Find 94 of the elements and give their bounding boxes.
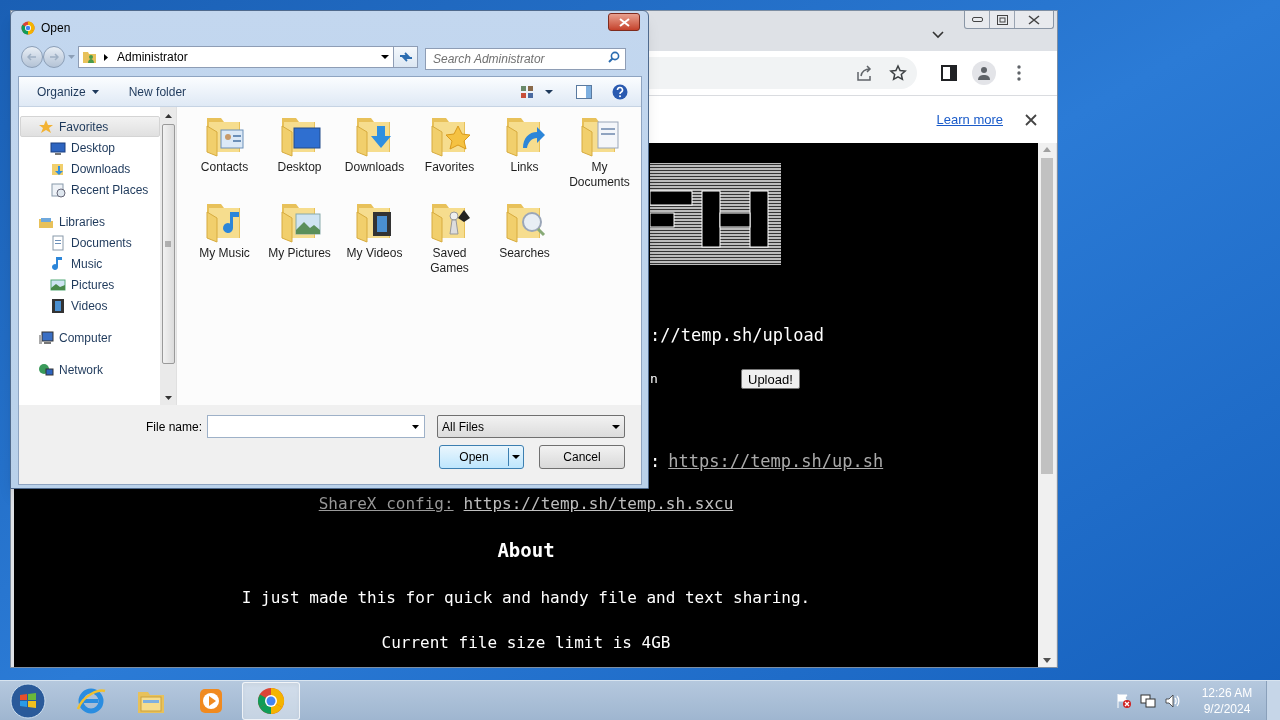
scrollbar-thumb[interactable] bbox=[1041, 158, 1053, 474]
upload-url-text: ://temp.sh/upload bbox=[650, 324, 825, 347]
colon-text: : bbox=[650, 449, 661, 473]
organize-button[interactable]: Organize bbox=[29, 82, 107, 101]
nav-item[interactable]: Libraries bbox=[20, 211, 160, 232]
scroll-up-icon[interactable] bbox=[164, 114, 172, 118]
close-icon bbox=[1028, 14, 1040, 25]
about-heading: About bbox=[496, 538, 556, 563]
nav-item[interactable]: Desktop bbox=[20, 137, 160, 158]
nav-item[interactable]: Favorites bbox=[20, 116, 160, 137]
scrollbar-thumb[interactable] bbox=[161, 124, 175, 364]
chrome-icon bbox=[20, 20, 36, 36]
config-link[interactable]: https://temp.sh/temp.sh.sxcu bbox=[463, 492, 734, 516]
share-icon[interactable] bbox=[855, 64, 873, 82]
folder-label[interactable]: Searches bbox=[499, 246, 550, 261]
folder-label[interactable]: My Videos bbox=[346, 246, 403, 261]
folder-label[interactable]: Favorites bbox=[424, 160, 475, 175]
scroll-down-icon[interactable] bbox=[164, 396, 172, 400]
chevron-down-icon[interactable] bbox=[932, 31, 944, 39]
scrollbar[interactable] bbox=[160, 107, 177, 405]
person-icon bbox=[977, 66, 991, 80]
nav-item[interactable]: Recent Places bbox=[20, 179, 160, 200]
taskbar-button[interactable] bbox=[242, 681, 300, 720]
upload-button[interactable]: Upload! bbox=[741, 368, 800, 389]
arrow-left-icon bbox=[27, 53, 37, 61]
picture-icon bbox=[50, 276, 66, 293]
caret-icon[interactable] bbox=[381, 55, 389, 59]
learn-more-link[interactable]: Learn more bbox=[936, 109, 1003, 130]
folder-label[interactable]: Downloads bbox=[344, 160, 405, 175]
scrollbar[interactable] bbox=[1038, 143, 1056, 667]
nav-item[interactable]: Videos bbox=[20, 295, 160, 316]
nav-item[interactable]: Music bbox=[20, 253, 160, 274]
side-panel-icon[interactable] bbox=[941, 65, 957, 81]
close-icon bbox=[618, 17, 630, 27]
start-button[interactable] bbox=[8, 681, 48, 720]
help-icon[interactable] bbox=[612, 83, 628, 100]
file-name-field[interactable] bbox=[207, 415, 425, 438]
view-icon[interactable] bbox=[520, 84, 534, 99]
script-link[interactable]: https://temp.sh/up.sh bbox=[668, 448, 884, 474]
star-icon bbox=[38, 118, 54, 135]
flag-icon[interactable] bbox=[1116, 692, 1132, 709]
config-label: ShareX config: bbox=[318, 493, 454, 515]
nav-item[interactable]: Downloads bbox=[20, 158, 160, 179]
caret-icon bbox=[612, 424, 620, 429]
refresh-button[interactable] bbox=[394, 46, 418, 68]
star-icon[interactable] bbox=[889, 64, 907, 82]
file-name-label: File name: bbox=[145, 418, 202, 436]
search-icon bbox=[608, 51, 620, 63]
folder-label[interactable]: Links bbox=[510, 160, 539, 175]
scroll-down-icon[interactable] bbox=[1043, 658, 1051, 663]
arrow-right-icon bbox=[49, 53, 59, 61]
new-folder-button[interactable]: New folder bbox=[120, 82, 195, 101]
speaker-icon[interactable] bbox=[1165, 692, 1181, 709]
document-icon bbox=[50, 234, 66, 251]
caret-icon[interactable] bbox=[412, 424, 419, 429]
search-field[interactable]: Search Administrator bbox=[425, 48, 626, 70]
network-icon bbox=[38, 361, 54, 378]
refresh-icon bbox=[398, 51, 413, 63]
caret-icon bbox=[512, 455, 520, 459]
preview-pane-icon[interactable] bbox=[576, 84, 592, 99]
recent-places-icon bbox=[50, 181, 66, 198]
dialog-title: Open bbox=[41, 20, 71, 37]
folder-label[interactable]: My Pictures bbox=[268, 246, 331, 261]
folder-label[interactable]: Saved Games bbox=[412, 246, 487, 276]
cancel-button[interactable]: Cancel bbox=[539, 445, 625, 469]
computer-icon bbox=[38, 329, 54, 346]
profile-avatar[interactable] bbox=[972, 61, 996, 85]
limit-text: Current file size limit is 4GB bbox=[380, 631, 672, 654]
film-icon bbox=[50, 297, 66, 314]
address-bar[interactable]: Administrator bbox=[78, 46, 394, 68]
open-button[interactable]: Open bbox=[439, 445, 524, 469]
nav-item[interactable]: Pictures bbox=[20, 274, 160, 295]
close-button[interactable] bbox=[608, 13, 640, 31]
about-text: I just made this for quick and handy file and text sharing. bbox=[240, 586, 812, 609]
minimize-icon bbox=[971, 17, 983, 22]
nav-item[interactable]: Computer bbox=[20, 327, 160, 348]
chevron-right-icon[interactable] bbox=[104, 53, 108, 61]
breadcrumb[interactable]: Administrator bbox=[117, 48, 188, 66]
folder-label[interactable]: My Documents bbox=[562, 160, 637, 190]
folder-label[interactable]: Contacts bbox=[200, 160, 249, 175]
monitor-icon bbox=[50, 139, 66, 156]
nav-item[interactable]: Network bbox=[20, 359, 160, 380]
folder-label[interactable]: Desktop bbox=[277, 160, 322, 175]
folder-icon bbox=[82, 49, 98, 65]
grip-icon bbox=[165, 241, 171, 247]
network-icon[interactable] bbox=[1140, 692, 1156, 709]
folder-label[interactable]: My Music bbox=[199, 246, 250, 261]
close-icon[interactable] bbox=[1025, 113, 1037, 126]
caret-icon bbox=[91, 89, 99, 94]
form-text: n bbox=[650, 369, 659, 388]
restore-icon bbox=[996, 14, 1008, 25]
nav-item[interactable]: Documents bbox=[20, 232, 160, 253]
file-type-dropdown[interactable]: All Files bbox=[437, 415, 625, 438]
menu-icon[interactable] bbox=[1017, 65, 1021, 81]
